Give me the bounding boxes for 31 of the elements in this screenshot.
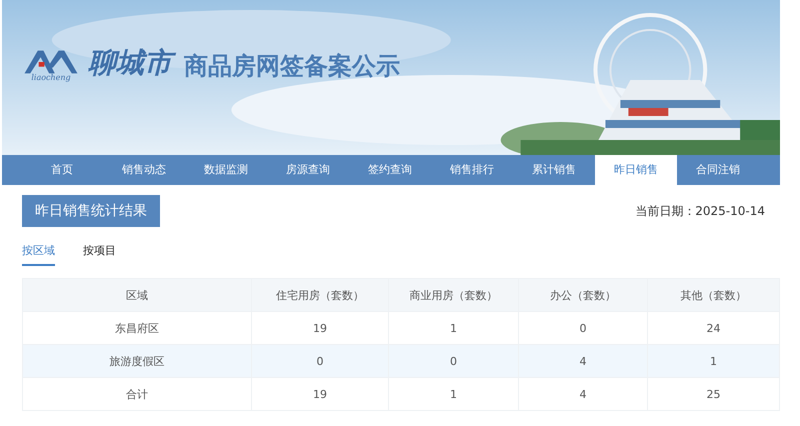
section-heading: 昨日销售统计结果 (22, 195, 160, 227)
nav-tab[interactable]: 累计销售 (513, 155, 595, 185)
column-header: 商业用房（套数） (388, 278, 518, 312)
nav-tab[interactable]: 合同注销 (677, 155, 759, 185)
nav-tab[interactable]: 房源查询 (267, 155, 349, 185)
site-title: 商品房网签备案公示 (184, 51, 400, 82)
column-header: 住宅用房（套数） (252, 278, 388, 312)
column-header: 其他（套数） (648, 278, 780, 312)
table-cell: 4 (518, 378, 648, 410)
table-cell: 旅游度假区 (22, 344, 252, 378)
nav-tab[interactable]: 签约查询 (349, 155, 431, 185)
nav-tab[interactable]: 销售动态 (103, 155, 185, 185)
city-name: 聊城市 (86, 44, 178, 82)
table-cell: 合计 (22, 378, 252, 410)
filter-tab[interactable]: 按区域 (22, 243, 55, 266)
table-cell: 0 (388, 344, 518, 378)
nav-tab[interactable]: 销售排行 (431, 155, 513, 185)
nav-tab[interactable]: 数据监测 (185, 155, 267, 185)
table-cell: 1 (648, 344, 780, 378)
column-header: 区域 (22, 278, 252, 312)
table-cell: 19 (252, 378, 388, 410)
logo-text: liaocheng (31, 72, 71, 82)
table-cell: 25 (648, 378, 780, 410)
table-cell: 0 (252, 344, 388, 378)
table-cell: 4 (518, 344, 648, 378)
nav-tab[interactable]: 昨日销售 (595, 155, 677, 185)
column-header: 办公（套数） (518, 278, 648, 312)
current-date: 当前日期：2025-10-14 (635, 202, 765, 220)
nav-tab[interactable]: 首页 (21, 155, 103, 185)
table-cell: 1 (388, 378, 518, 410)
filter-tab[interactable]: 按项目 (83, 243, 116, 266)
